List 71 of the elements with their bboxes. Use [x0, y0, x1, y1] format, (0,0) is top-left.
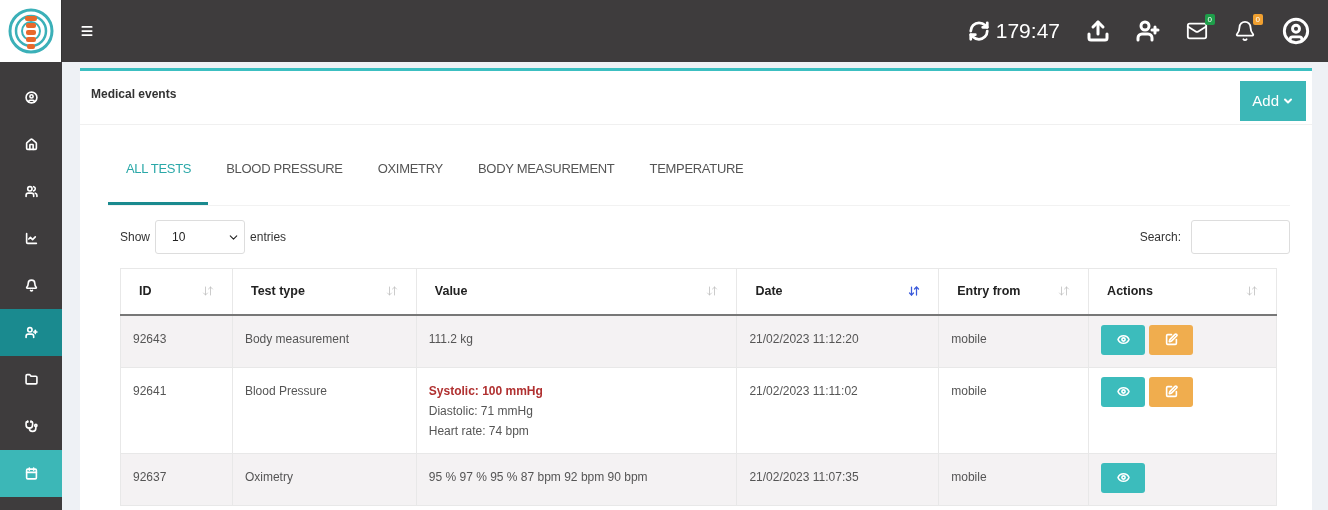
value-line: Heart rate: 74 bpm [428, 422, 530, 440]
tab[interactable]: BODY MEASUREMENT [459, 139, 632, 205]
session-timer: 179:47 [995, 19, 1060, 43]
column-header[interactable]: Test type [232, 268, 417, 315]
show-label: Show [120, 230, 151, 244]
tab[interactable]: OXIMETRY [359, 139, 460, 205]
view-button[interactable] [1101, 324, 1146, 355]
column-header[interactable]: Actions [1088, 268, 1277, 315]
tab[interactable]: TEMPERATURE [631, 139, 761, 205]
mail-icon[interactable] [1186, 20, 1208, 42]
value-line: 95 % 97 % 95 % 87 bpm 92 bpm 90 bpm [428, 468, 649, 486]
eye-icon [1116, 333, 1130, 346]
logo-icon [7, 8, 54, 54]
column-label: Date [755, 284, 783, 299]
table-cell: mobile [938, 453, 1089, 505]
table-cell: 92643 [120, 314, 233, 367]
refresh-icon[interactable] [967, 20, 990, 42]
edit-button[interactable] [1149, 376, 1194, 407]
tab[interactable]: BLOOD PRESSURE [208, 139, 360, 205]
table-cell: Oximetry [232, 453, 417, 505]
notification-badge: 0 [1252, 14, 1263, 25]
home-icon [24, 138, 38, 151]
add-user-icon [24, 326, 38, 339]
column-header[interactable]: Entry from [938, 268, 1089, 315]
chart-icon [24, 232, 38, 245]
table-cell: 21/02/2023 11:12:20 [736, 314, 939, 367]
table-cell: Blood Pressure [232, 367, 417, 453]
table-cell: mobile [938, 367, 1089, 453]
pencil-icon [1164, 385, 1178, 398]
value-line: Systolic: 100 mmHg [428, 382, 544, 400]
column-label: ID [139, 284, 152, 299]
bell-icon [24, 279, 38, 292]
user-avatar-icon[interactable] [1282, 17, 1310, 45]
eye-icon [1116, 471, 1130, 484]
menu-icon[interactable] [80, 24, 94, 38]
entries-label: entries [250, 230, 287, 244]
column-label: Test type [250, 284, 305, 299]
column-header[interactable]: Value [416, 268, 737, 315]
view-button[interactable] [1101, 462, 1146, 493]
upload-icon[interactable] [1086, 19, 1110, 43]
calendar-icon [24, 467, 38, 480]
table-cell: mobile [938, 314, 1089, 367]
search-label: Search: [1139, 230, 1181, 244]
table-cell: 92641 [120, 367, 233, 453]
panel-title: Medical events [91, 86, 177, 101]
eye-icon [1116, 385, 1130, 398]
value-line: 111.2 kg [428, 330, 475, 348]
folder-icon [24, 373, 38, 386]
value-line: Diastolic: 71 mmHg [428, 402, 534, 420]
column-label: Value [434, 284, 468, 299]
edit-button[interactable] [1149, 324, 1194, 355]
logo[interactable] [0, 0, 62, 62]
pencil-icon [1164, 333, 1178, 346]
user-icon [24, 91, 38, 104]
view-button[interactable] [1101, 376, 1146, 407]
column-label: Entry from [957, 284, 1021, 299]
stethoscope-icon [24, 420, 38, 433]
users-icon [24, 185, 38, 198]
page-size-select[interactable]: 10 [155, 220, 246, 254]
column-header[interactable]: Date [736, 268, 939, 315]
search-field[interactable] [1191, 220, 1290, 254]
table-cell: Body measurement [232, 314, 417, 367]
column-label: Actions [1107, 284, 1153, 299]
notification-icon[interactable] [1234, 20, 1256, 42]
table-cell: 21/02/2023 11:07:35 [736, 453, 939, 505]
mail-badge: 0 [1204, 14, 1215, 25]
table-cell: 21/02/2023 11:11:02 [736, 367, 939, 453]
sort-icon[interactable] [908, 285, 921, 298]
column-header[interactable]: ID [120, 268, 233, 315]
add-user-icon[interactable] [1136, 19, 1160, 43]
table-cell: 92637 [120, 453, 233, 505]
